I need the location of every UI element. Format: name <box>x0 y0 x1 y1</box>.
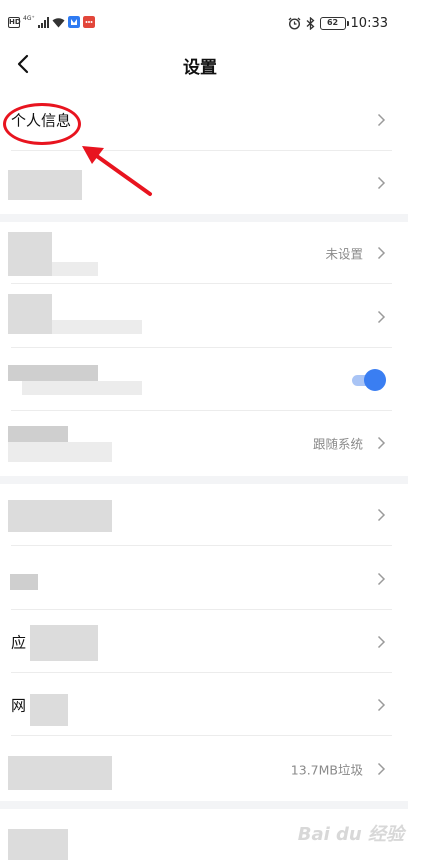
chevron-right-icon <box>377 572 386 586</box>
mosaic-blur <box>52 262 98 276</box>
divider <box>11 545 392 546</box>
row-label: 应 <box>11 633 27 652</box>
chevron-right-icon <box>377 508 386 522</box>
mosaic-blur <box>8 500 112 532</box>
hd-badge: HD <box>8 16 21 28</box>
signal-icon <box>37 16 49 28</box>
mosaic-blur <box>30 694 68 726</box>
mosaic-blur <box>8 170 82 200</box>
bluetooth-icon <box>306 17 315 30</box>
baidu-watermark: Bai du 经验 <box>297 824 404 845</box>
section-gap <box>0 476 408 484</box>
row-value: 13.7MB垃圾 <box>290 762 363 778</box>
status-right: 62 10:33 <box>288 16 388 31</box>
settings-row-3[interactable] <box>0 286 408 348</box>
mosaic-blur <box>8 442 112 462</box>
wifi-icon <box>52 17 65 27</box>
network-type: 4G⁺ <box>23 14 35 22</box>
section-gap <box>0 801 408 809</box>
chevron-right-icon <box>377 310 386 324</box>
section-gap <box>0 214 408 222</box>
row-value: 未设置 <box>325 246 363 262</box>
status-left: HD 4G⁺ <box>8 14 95 28</box>
feature-toggle-switch[interactable] <box>352 369 386 391</box>
page-title: 设置 <box>183 58 217 78</box>
red-highlight-circle <box>3 103 81 145</box>
divider <box>11 283 392 284</box>
mosaic-blur <box>8 829 68 860</box>
red-pointer-arrow <box>82 146 152 196</box>
divider <box>11 150 392 151</box>
settings-row-1[interactable] <box>0 152 408 214</box>
divider <box>11 672 392 673</box>
divider <box>11 347 392 348</box>
chevron-right-icon <box>377 698 386 712</box>
chevron-right-icon <box>377 436 386 450</box>
settings-row-7[interactable] <box>0 548 408 610</box>
chevron-right-icon <box>377 176 386 190</box>
settings-row-5[interactable]: 跟随系统 <box>0 412 408 474</box>
settings-row-4 <box>0 349 408 411</box>
mosaic-blur <box>8 426 68 442</box>
nav-bar: 设置 <box>0 40 424 88</box>
message-notification-icon <box>82 16 95 28</box>
battery-indicator: 62 <box>319 17 349 30</box>
settings-row-8[interactable]: 应 <box>0 611 408 673</box>
mosaic-blur <box>10 574 38 590</box>
mosaic-blur <box>30 625 98 661</box>
mosaic-blur <box>8 294 52 334</box>
settings-row-10[interactable]: 13.7MB垃圾 <box>0 738 408 800</box>
settings-row-9[interactable]: 网 <box>0 674 408 736</box>
settings-row-6[interactable] <box>0 484 408 546</box>
row-label: 网 <box>11 696 27 715</box>
divider <box>11 735 392 736</box>
clock: 10:33 <box>350 16 388 31</box>
mosaic-blur <box>22 381 142 395</box>
divider <box>11 609 392 610</box>
divider <box>11 410 392 411</box>
mosaic-blur <box>8 756 112 790</box>
settings-row-2[interactable]: 未设置 <box>0 222 408 284</box>
alarm-icon <box>288 17 300 30</box>
app-notification-icon <box>67 16 80 28</box>
mosaic-blur <box>8 232 52 276</box>
mosaic-blur <box>52 320 142 334</box>
chevron-right-icon <box>377 246 386 260</box>
mosaic-blur <box>8 365 98 381</box>
chevron-right-icon <box>377 113 386 127</box>
toggle-knob <box>364 369 386 391</box>
chevron-right-icon <box>377 635 386 649</box>
row-value: 跟随系统 <box>312 436 363 452</box>
chevron-right-icon <box>377 762 386 776</box>
